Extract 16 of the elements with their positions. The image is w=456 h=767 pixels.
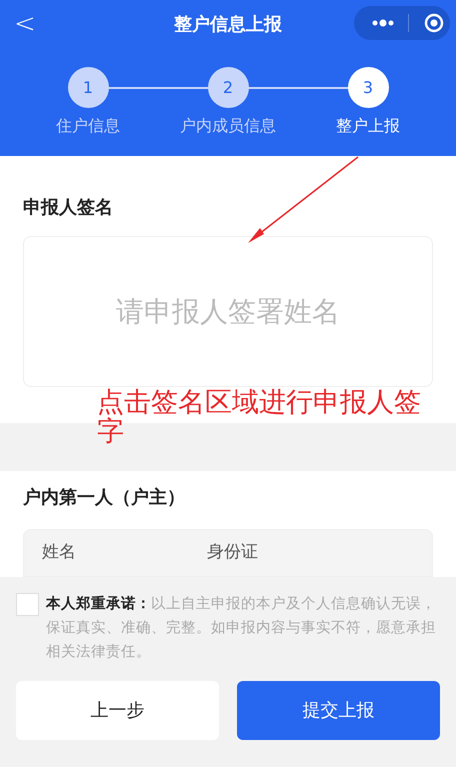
more-icon[interactable] [371,19,395,27]
step-label: 住户信息 [56,115,120,137]
back-step-button[interactable]: 上一步 [16,681,219,740]
step-label: 整户上报 [336,115,400,137]
section-title: 户内第一人（户主） [23,486,186,510]
checkbox[interactable] [16,593,39,616]
section-title: 申报人签名 [23,196,114,220]
back-button[interactable]: < [0,4,50,44]
annotation-text: 点击签名区域进行申报人签字 [97,388,422,446]
submit-button[interactable]: 提交上报 [237,681,440,740]
window-title: 整户信息上报 [174,12,282,36]
column-header: 身份证 [207,541,258,564]
close-icon[interactable] [424,13,444,33]
step-label: 户内成员信息 [180,115,276,137]
pledge-text: 本人郑重承诺：以上自主申报的本户及个人信息确认无误，保证真实、准确、完整。如申报内容与事实不符，愿意承担相关法律责任。 [46,594,437,662]
column-header: 姓名 [42,541,77,564]
